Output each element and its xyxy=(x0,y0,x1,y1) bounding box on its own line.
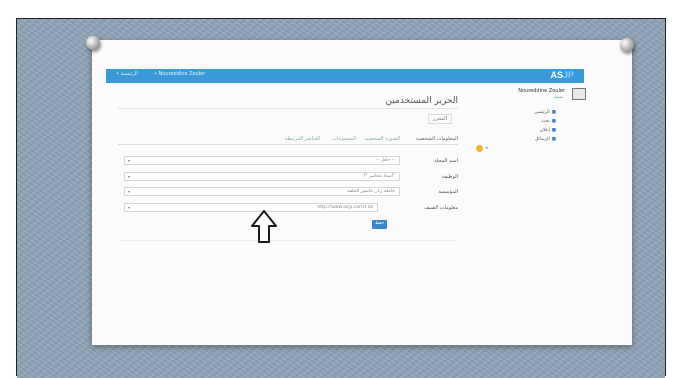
avatar[interactable] xyxy=(572,88,586,100)
tab-bar: المعلومات الشخصية الصورة الشخصية المجموع… xyxy=(118,134,458,145)
logo-text-main: AS xyxy=(550,70,563,80)
chevron-down-icon: ▾ xyxy=(128,205,131,210)
star-icon: ★ xyxy=(485,145,489,150)
field-label: اسم المجلة xyxy=(434,158,458,164)
chevron-down-icon: ▾ xyxy=(128,189,131,194)
institution-select[interactable]: جامعة زيان عاشور الجلفة ▾ xyxy=(124,187,400,196)
field-label: المؤسسة xyxy=(438,189,458,195)
mail-icon: ■ xyxy=(551,137,556,142)
save-button-label: حفظ xyxy=(374,221,385,226)
field-value: أستاذ محاضر "أ" xyxy=(363,174,395,179)
sidebar-item-label: بحث xyxy=(541,119,550,124)
form-row-position: الوظيفة أستاذ محاضر "أ" ▾ xyxy=(118,172,458,183)
site-logo[interactable]: ASJP xyxy=(550,70,574,80)
logo-text-accent: JP xyxy=(562,70,574,80)
arrow-up-icon xyxy=(251,210,277,243)
page-title: الحرير المستخدمين xyxy=(385,96,458,106)
smiley-icon xyxy=(476,145,483,152)
sidebar-item-notify[interactable]: إعلان ■ xyxy=(540,128,556,133)
save-button[interactable]: حفظ xyxy=(372,220,387,229)
sidebar-item-label: الرسائل xyxy=(534,137,550,142)
position-select[interactable]: أستاذ محاضر "أ" ▾ xyxy=(124,172,400,181)
tab-related-items[interactable]: العناصر المرتبطة xyxy=(285,136,320,142)
sidebar-item-home[interactable]: الرئيسي ■ xyxy=(534,110,556,115)
bell-icon: ■ xyxy=(551,128,556,133)
role-badge[interactable]: المحرر xyxy=(427,114,452,124)
chevron-down-icon: ▾ xyxy=(128,174,131,179)
search-icon: ■ xyxy=(551,119,556,124)
field-label: معلومات الضيف xyxy=(424,205,458,211)
form-row-guest: معلومات الضيف http://www.asjp.cerist.dz ▾ xyxy=(118,203,458,214)
title-divider xyxy=(118,108,458,109)
field-value: -- حافل -- xyxy=(375,158,395,163)
field-value: http://www.asjp.cerist.dz xyxy=(317,205,373,210)
tab-photo[interactable]: الصورة الشخصية xyxy=(364,136,400,142)
home-icon: ■ xyxy=(551,110,556,115)
form-row-institution: المؤسسة جامعة زيان عاشور الجلفة ▾ xyxy=(118,187,458,198)
chevron-down-icon: ▾ xyxy=(128,158,131,163)
sidebar-item-search[interactable]: بحث ■ xyxy=(541,119,556,124)
pushpin-left-icon xyxy=(86,36,100,50)
pushpin-right-icon xyxy=(620,38,634,52)
sidebar-item-label: إعلان xyxy=(539,128,550,133)
field-value: جامعة زيان عاشور الجلفة xyxy=(347,189,395,194)
sidebar-item-label: الرئيسي xyxy=(534,110,550,115)
tab-groups[interactable]: المجموعات xyxy=(332,136,356,142)
menu-link[interactable]: • الرئيسية xyxy=(116,71,138,77)
user-menu-link[interactable]: • Noureddine Zouler xyxy=(154,71,205,77)
top-navbar: • الرئيسية • Noureddine Zouler ASJP xyxy=(106,69,584,83)
field-label: الوظيفة xyxy=(441,174,458,180)
main-content: الحرير المستخدمين المحرر المعلومات الشخص… xyxy=(118,92,458,242)
tab-personal-info[interactable]: المعلومات الشخصية xyxy=(416,136,458,142)
form-row-journal: اسم المجلة -- حافل -- ▾ xyxy=(118,156,458,167)
sidebar-user-status: متصل xyxy=(553,94,563,99)
journal-select[interactable]: -- حافل -- ▾ xyxy=(124,156,400,165)
sidebar-item-messages[interactable]: الرسائل ■ xyxy=(535,137,556,142)
content-divider xyxy=(118,240,458,241)
